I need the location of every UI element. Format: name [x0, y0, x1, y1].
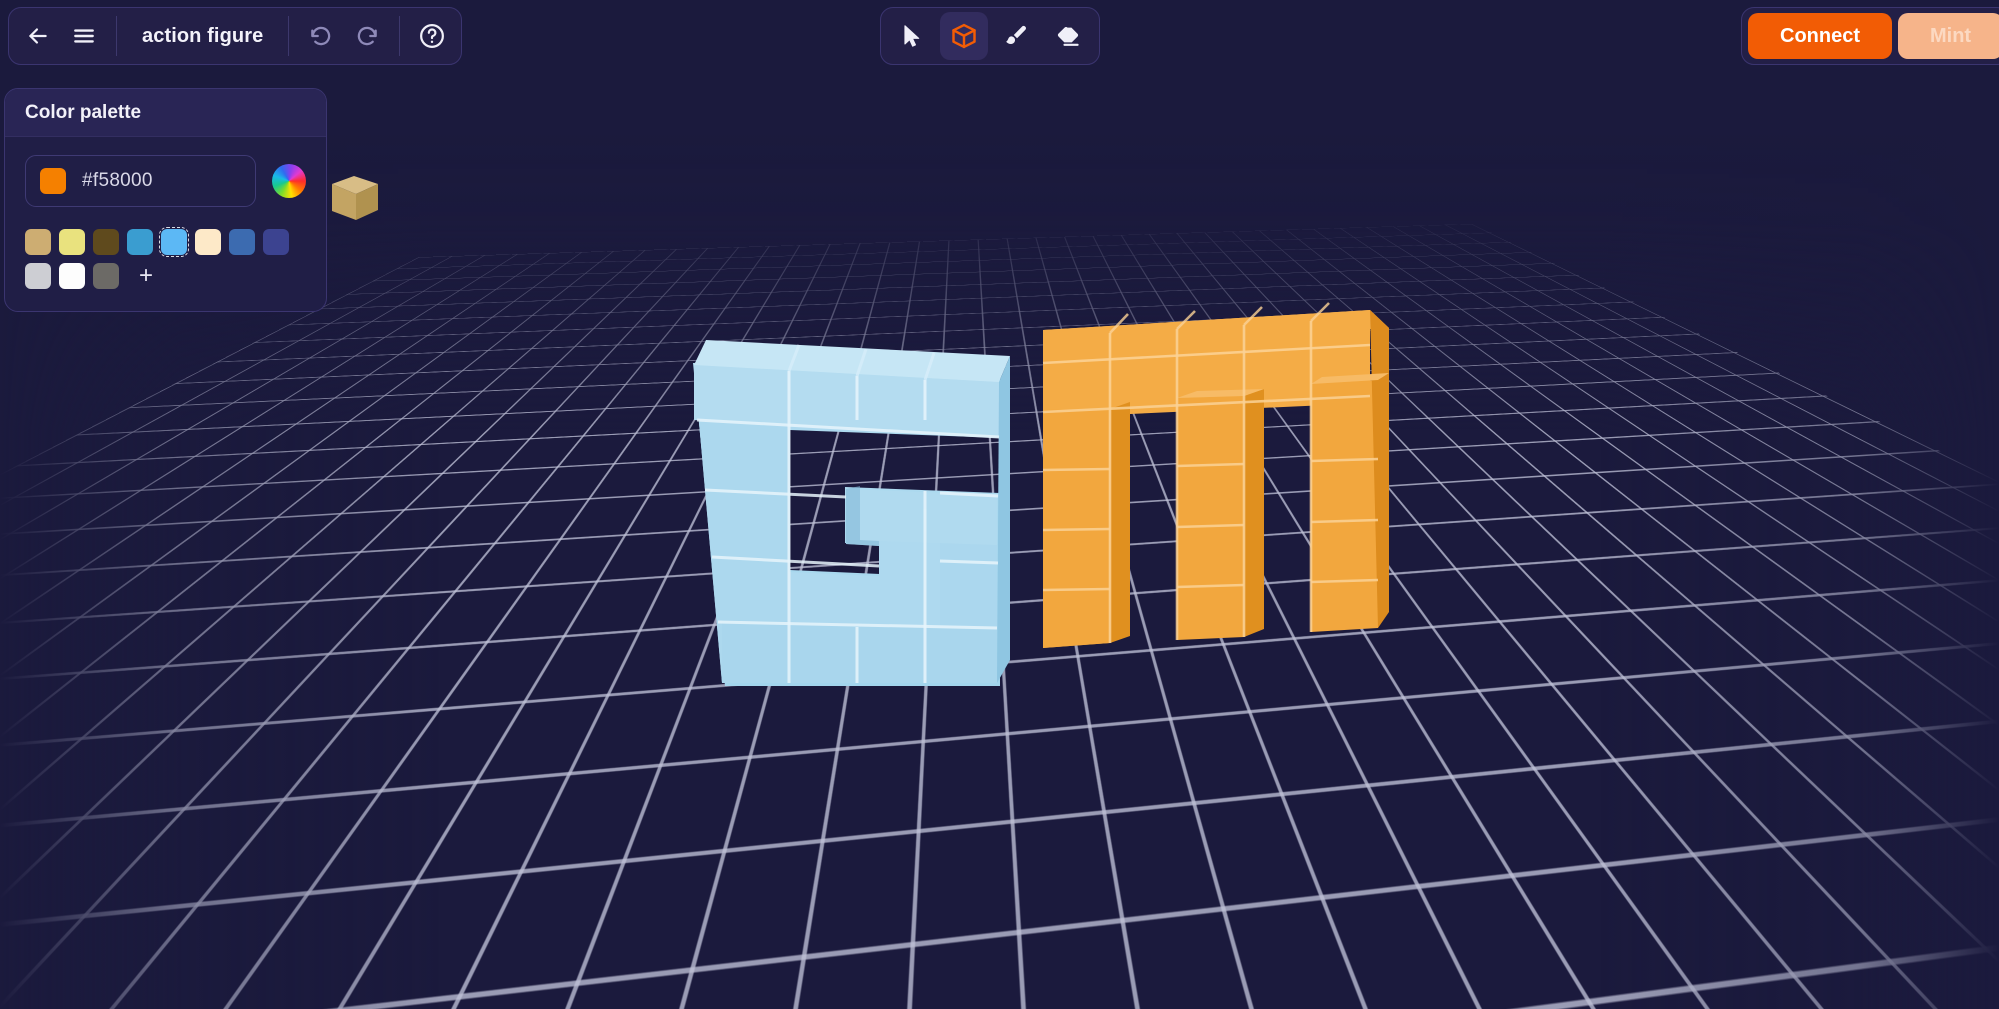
help-circle-icon: [420, 24, 445, 48]
build-tool-button[interactable]: [940, 12, 988, 60]
color-palette-header: Color palette: [5, 89, 326, 137]
wallet-action-bar: Connect Mint: [1741, 7, 1999, 65]
hex-input-row: #f58000: [25, 155, 306, 207]
swatch-light-gray[interactable]: [25, 263, 51, 289]
arrow-left-icon: [29, 28, 47, 44]
nav-divider-3: [399, 16, 401, 56]
swatch-sky-blue[interactable]: [159, 227, 189, 257]
swatch-steel-blue[interactable]: [229, 229, 255, 255]
voxel-stray-block[interactable]: [332, 176, 378, 220]
hamburger-menu-icon: [74, 29, 94, 43]
color-wheel-icon[interactable]: [272, 164, 306, 198]
voxel-editor-app: action figure Connect Mint Color palette…: [0, 0, 1999, 1009]
tool-toolbar: [880, 7, 1100, 65]
swatch-dark-gray[interactable]: [93, 263, 119, 289]
hex-input-value[interactable]: #f58000: [82, 170, 153, 192]
swatch-teal-blue[interactable]: [127, 229, 153, 255]
color-palette-panel: Color palette #f58000 +: [4, 88, 327, 312]
erase-tool-button[interactable]: [1044, 12, 1092, 60]
nav-toolbar: action figure: [8, 7, 463, 65]
menu-button[interactable]: [61, 13, 107, 59]
color-palette-body: #f58000 +: [5, 137, 326, 311]
swatch-yellow[interactable]: [59, 229, 85, 255]
undo-icon: [311, 26, 331, 46]
eraser-icon: [1057, 26, 1079, 46]
add-swatch-button[interactable]: +: [133, 263, 159, 289]
cursor-arrow-icon: [904, 25, 920, 47]
select-tool-button[interactable]: [888, 12, 936, 60]
back-button[interactable]: [15, 13, 61, 59]
color-palette-title: Color palette: [25, 102, 142, 123]
nav-divider-1: [116, 16, 117, 56]
help-button[interactable]: [409, 13, 455, 59]
document-title[interactable]: action figure: [126, 25, 279, 48]
mint-button[interactable]: Mint: [1898, 13, 1999, 59]
swatch-dark-brown[interactable]: [93, 229, 119, 255]
connect-button[interactable]: Connect: [1748, 13, 1892, 59]
hex-input-field[interactable]: #f58000: [25, 155, 256, 207]
cube-icon: [952, 23, 976, 49]
paint-tool-button[interactable]: [992, 12, 1040, 60]
swatch-cream[interactable]: [195, 229, 221, 255]
swatch-indigo[interactable]: [263, 229, 289, 255]
undo-button[interactable]: [298, 13, 344, 59]
nav-divider-2: [288, 16, 290, 56]
redo-button[interactable]: [344, 13, 390, 59]
swatch-grid: +: [25, 227, 295, 289]
swatch-tan[interactable]: [25, 229, 51, 255]
paintbrush-icon: [1005, 25, 1026, 44]
redo-icon: [358, 26, 378, 46]
swatch-white[interactable]: [59, 263, 85, 289]
current-color-chip: [40, 168, 66, 194]
